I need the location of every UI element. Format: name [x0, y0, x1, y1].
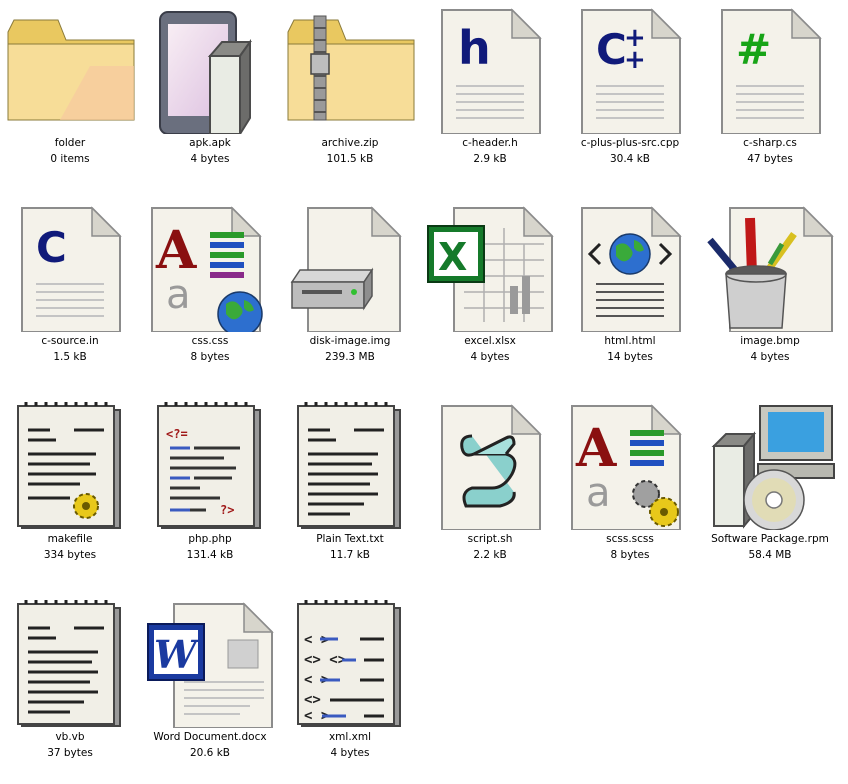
shell-script-scroll-icon [420, 402, 560, 530]
file-item-c-header[interactable]: h c-header.h 2.9 kB [420, 0, 560, 190]
text-notepad-icon [280, 402, 420, 530]
file-size: 131.4 kB [186, 549, 234, 561]
file-size: 2.9 kB [473, 153, 507, 165]
word-document-icon: W [140, 600, 280, 728]
file-item-folder[interactable]: folder 0 items [0, 0, 140, 190]
android-package-icon [140, 6, 280, 134]
software-package-icon [700, 402, 840, 530]
file-item-archive[interactable]: archive.zip 101.5 kB [280, 0, 420, 190]
file-size: 4 bytes [190, 153, 230, 165]
file-size: 20.6 kB [189, 747, 230, 759]
file-name: vb.vb [55, 731, 85, 743]
file-size: 4 bytes [470, 351, 510, 363]
file-item-vb[interactable]: vb.vb 37 bytes [0, 594, 140, 784]
file-name: css.css [191, 335, 229, 347]
file-size: 58.4 MB [748, 549, 792, 561]
file-item-csharp[interactable]: # c-sharp.cs 47 bytes [700, 0, 840, 190]
file-size: 4 bytes [750, 351, 790, 363]
file-name: makefile [47, 533, 93, 545]
file-size: 11.7 kB [329, 549, 370, 561]
svg-text:W: W [154, 632, 200, 677]
file-item-disk-image[interactable]: disk-image.img 239.3 MB [280, 198, 420, 388]
file-name: folder [54, 137, 86, 149]
file-item-excel[interactable]: X excel.xlsx 4 bytes [420, 198, 560, 388]
svg-text:+: + [624, 45, 646, 75]
file-name: script.sh [467, 533, 513, 545]
file-size: 101.5 kB [326, 153, 374, 165]
file-item-css[interactable]: A a css.css 8 bytes [140, 198, 280, 388]
file-name: c-header.h [462, 137, 518, 149]
file-size: 47 bytes [747, 153, 793, 165]
c-header-icon: h [420, 6, 560, 134]
file-name: apk.apk [189, 137, 231, 149]
file-item-image[interactable]: image.bmp 4 bytes [700, 198, 840, 388]
svg-text:h: h [458, 21, 491, 75]
html-document-icon [560, 204, 700, 332]
svg-text:a: a [166, 272, 191, 318]
file-size: 8 bytes [610, 549, 650, 561]
file-size: 4 bytes [330, 747, 370, 759]
svg-text:<>: <> [304, 692, 321, 708]
file-name: php.php [188, 533, 232, 545]
svg-text:#: # [736, 25, 771, 74]
file-size: 8 bytes [190, 351, 230, 363]
file-name: excel.xlsx [464, 335, 516, 347]
xml-notepad-icon: < > <> <> < > <> < > [280, 600, 420, 728]
file-size: 37 bytes [47, 747, 93, 759]
file-name: Plain Text.txt [316, 533, 384, 545]
file-name: scss.scss [606, 533, 654, 545]
svg-text:a: a [586, 470, 611, 516]
file-item-php[interactable]: <?= ?> php.php 131.4 kB [140, 396, 280, 586]
file-item-makefile[interactable]: makefile 334 bytes [0, 396, 140, 586]
php-script-icon: <?= ?> [140, 402, 280, 530]
file-name: c-source.in [41, 335, 99, 347]
file-name: image.bmp [740, 335, 800, 347]
svg-text:<> <>: <> <> [304, 652, 346, 668]
css-stylesheet-icon: A a [140, 204, 280, 332]
file-size: 2.2 kB [473, 549, 507, 561]
makefile-gear-icon [0, 402, 140, 530]
file-name: Word Document.docx [153, 731, 267, 743]
file-item-html[interactable]: html.html 14 bytes [560, 198, 700, 388]
folder-icon [0, 6, 140, 134]
file-name: xml.xml [328, 731, 372, 743]
file-item-xml[interactable]: < > <> <> < > <> < > xml.xml 4 bytes [280, 594, 420, 784]
file-name: disk-image.img [309, 335, 391, 347]
file-item-scss[interactable]: A a scss.scss 8 bytes [560, 396, 700, 586]
file-size: 334 bytes [43, 549, 97, 561]
svg-text:C: C [596, 25, 627, 74]
file-size: 0 items [50, 153, 90, 165]
zip-folder-icon [280, 6, 420, 134]
image-paint-icon [700, 204, 840, 332]
file-size: 14 bytes [607, 351, 653, 363]
file-size: 30.4 kB [609, 153, 650, 165]
svg-text:C: C [36, 223, 67, 272]
file-item-apk[interactable]: apk.apk 4 bytes [140, 0, 280, 190]
svg-text:?>: ?> [220, 503, 234, 517]
c-source-icon: C [0, 204, 140, 332]
vb-source-notepad-icon [0, 600, 140, 728]
disk-image-icon [280, 204, 420, 332]
svg-text:X: X [438, 235, 467, 279]
file-name: c-plus-plus-src.cpp [580, 137, 680, 149]
file-name: c-sharp.cs [743, 137, 797, 149]
file-item-plain-text[interactable]: Plain Text.txt 11.7 kB [280, 396, 420, 586]
csharp-source-icon: # [700, 6, 840, 134]
excel-spreadsheet-icon: X [420, 204, 560, 332]
file-item-word[interactable]: W Word Document.docx 20.6 kB [140, 594, 280, 784]
file-size: 1.5 kB [53, 351, 87, 363]
file-item-script[interactable]: script.sh 2.2 kB [420, 396, 560, 586]
file-size: 239.3 MB [325, 351, 375, 363]
scss-stylesheet-icon: A a [560, 402, 700, 530]
file-name: archive.zip [321, 137, 379, 149]
file-item-c-source[interactable]: C c-source.in 1.5 kB [0, 198, 140, 388]
file-name: html.html [604, 335, 656, 347]
cpp-source-icon: C + + [560, 6, 700, 134]
file-icon-grid: folder 0 items apk.apk 4 bytes archive.z… [0, 0, 848, 770]
file-item-software-package[interactable]: Software Package.rpm 58.4 MB [700, 396, 840, 586]
file-name: Software Package.rpm [711, 533, 829, 545]
file-item-cpp[interactable]: C + + c-plus-plus-src.cpp 30.4 kB [560, 0, 700, 190]
svg-text:<?=: <?= [166, 427, 188, 441]
